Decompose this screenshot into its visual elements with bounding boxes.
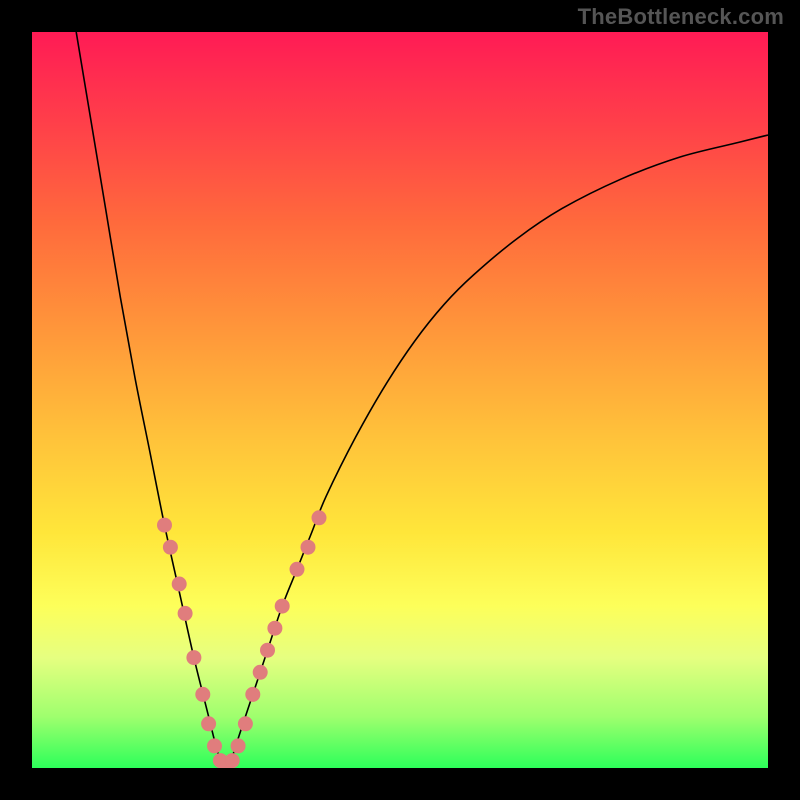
marker-dot xyxy=(187,651,201,665)
marker-dot xyxy=(196,687,210,701)
marker-dot xyxy=(275,599,289,613)
marker-dot xyxy=(208,739,222,753)
marker-dot xyxy=(178,606,192,620)
bottleneck-curve xyxy=(76,32,768,768)
marker-dot xyxy=(172,577,186,591)
marker-dot xyxy=(246,687,260,701)
marker-dot xyxy=(253,665,267,679)
marker-dot xyxy=(163,540,177,554)
marker-dot xyxy=(231,739,245,753)
marker-dot xyxy=(202,717,216,731)
marker-dot xyxy=(312,511,326,525)
marker-dot xyxy=(225,754,239,768)
curve-layer xyxy=(32,32,768,768)
plot-area xyxy=(32,32,768,768)
marker-dot xyxy=(238,717,252,731)
chart-frame: TheBottleneck.com xyxy=(0,0,800,800)
marker-dot xyxy=(158,518,172,532)
marker-dot xyxy=(290,562,304,576)
marker-dot xyxy=(261,643,275,657)
highlight-points xyxy=(158,511,327,768)
attribution-label: TheBottleneck.com xyxy=(578,4,784,30)
marker-dot xyxy=(268,621,282,635)
marker-dot xyxy=(301,540,315,554)
